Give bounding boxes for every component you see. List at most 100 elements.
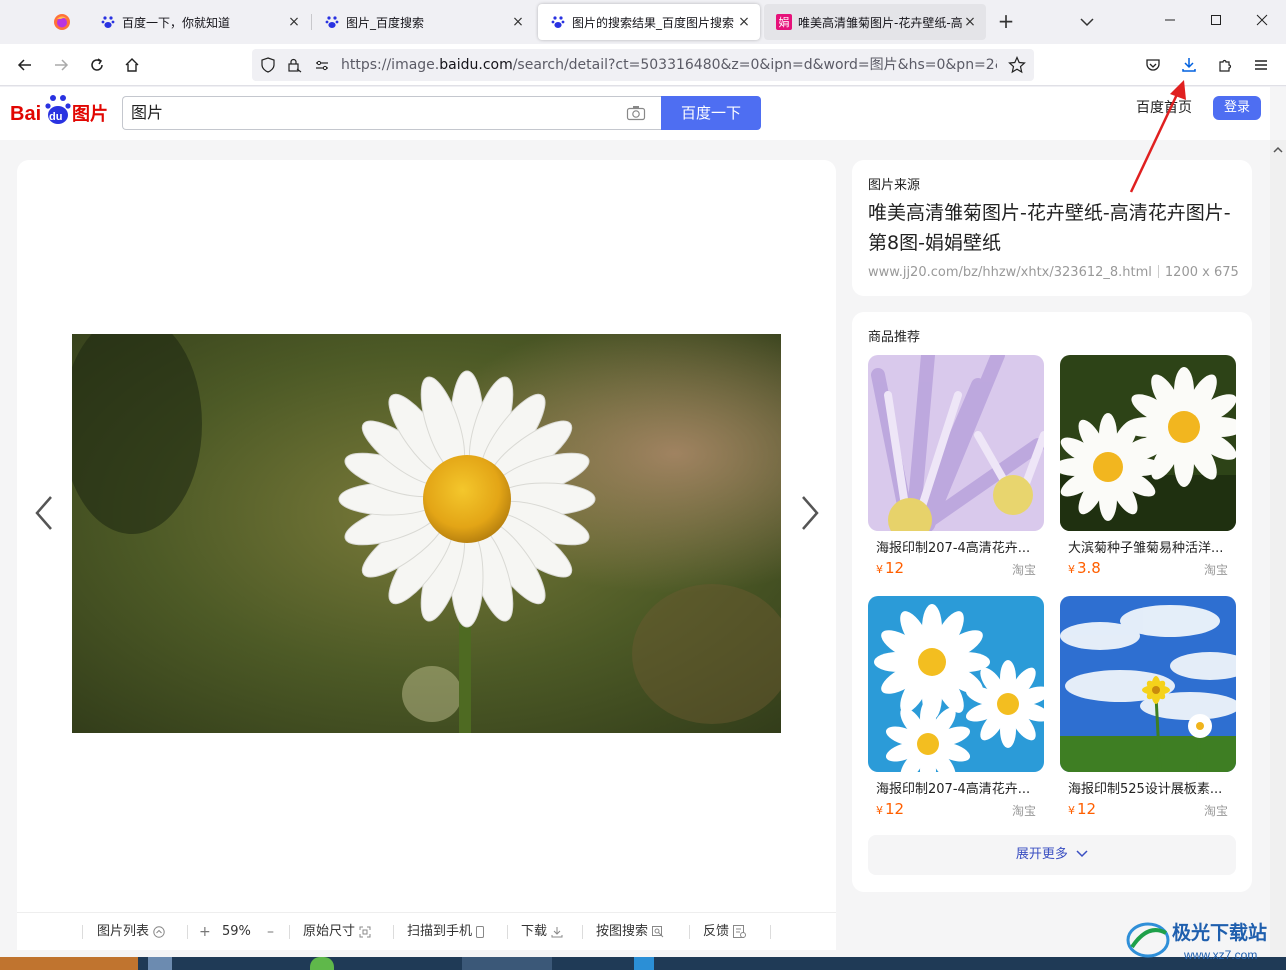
taskbar-active-app[interactable] — [462, 957, 552, 970]
tab-strip: 百度一下，你就知道 × 图片_百度搜索 × 图片的搜索结果_百度图片搜索 × 娟… — [0, 0, 1286, 44]
currency-symbol: ¥ — [876, 804, 883, 817]
image-list-button[interactable]: 图片列表 — [97, 913, 165, 951]
source-meta: www.jj20.com/bz/hhzw/xhtx/323612_8.html 1… — [868, 265, 1239, 280]
taskbar-app-icon[interactable] — [310, 957, 334, 970]
address-bar[interactable]: https://image.baidu.com/search/detail?ct… — [252, 49, 1034, 81]
baidu-paw-icon — [100, 14, 116, 30]
close-tab-icon[interactable]: × — [736, 14, 752, 30]
new-tab-button[interactable]: + — [993, 10, 1019, 34]
home-button[interactable] — [117, 50, 147, 80]
os-taskbar — [0, 957, 1286, 970]
source-url[interactable]: www.jj20.com/bz/hhzw/xhtx/323612_8.html — [868, 265, 1152, 280]
product-thumbnail[interactable] — [868, 596, 1044, 772]
close-tab-icon[interactable]: × — [286, 14, 302, 30]
image-source-card: 图片来源 唯美高清雏菊图片-花卉壁纸-高清花卉图片-第8图-娟娟壁纸 www.j… — [852, 160, 1252, 296]
scan-to-phone-button[interactable]: 扫描到手机 — [407, 913, 485, 951]
forward-button[interactable] — [46, 50, 76, 80]
login-button[interactable]: 登录 — [1213, 96, 1261, 120]
maximize-button[interactable] — [1193, 0, 1239, 40]
product-thumbnail[interactable] — [868, 355, 1044, 531]
home-icon — [125, 58, 139, 72]
permissions-icon[interactable] — [314, 57, 330, 73]
svg-text:极光下载站: 极光下载站 — [1172, 921, 1267, 944]
web-page: Bai du 图片 百度一下 百度首页 登录 — [0, 87, 1286, 957]
pocket-icon — [1146, 59, 1160, 71]
arrow-left-icon — [17, 59, 31, 71]
scroll-up-arrow-icon[interactable] — [1270, 144, 1286, 156]
reload-icon — [91, 58, 103, 71]
bookmark-star-icon[interactable] — [1008, 56, 1026, 74]
meta-divider — [1157, 265, 1159, 278]
lock-icon[interactable] — [286, 57, 302, 73]
baidu-paw-icon — [324, 14, 340, 30]
taskbar-app-icon[interactable] — [634, 957, 654, 970]
tab-title: 图片_百度搜索 — [346, 15, 425, 30]
firefox-view-button[interactable] — [40, 4, 84, 40]
search-box — [122, 96, 662, 130]
url-prefix: https://image. — [341, 57, 440, 73]
search-input[interactable] — [131, 97, 611, 129]
expand-more-button[interactable]: 展开更多 — [868, 835, 1236, 875]
toolbar-divider — [689, 925, 690, 939]
taskbar-app-icon[interactable] — [148, 957, 172, 970]
url-text[interactable]: https://image.baidu.com/search/detail?ct… — [341, 49, 997, 81]
tab-jj20-wallpaper[interactable]: 娟 唯美高清雏菊图片-花卉壁纸-高 × — [764, 4, 986, 40]
previous-image-button[interactable] — [29, 490, 59, 536]
taskbar-start-area[interactable] — [0, 957, 138, 970]
next-image-button[interactable] — [795, 490, 825, 536]
reload-button[interactable] — [82, 50, 112, 80]
tab-image-search[interactable]: 图片_百度搜索 × — [312, 4, 534, 40]
search-by-image-button[interactable]: 按图搜索 — [596, 913, 664, 951]
product-name[interactable]: 大滨菊种子雏菊易种活洋... — [1068, 537, 1228, 556]
list-all-tabs-button[interactable] — [1074, 10, 1100, 34]
close-tab-icon[interactable]: × — [510, 14, 526, 30]
product-thumbnail[interactable] — [1060, 596, 1236, 772]
feedback-button[interactable]: 反馈 — [703, 913, 747, 951]
shield-icon[interactable] — [260, 57, 276, 73]
minimize-icon — [1165, 19, 1175, 21]
toolbar-divider — [507, 925, 508, 939]
currency-symbol: ¥ — [1068, 804, 1075, 817]
zoom-out-button[interactable]: – — [267, 913, 274, 951]
search-button[interactable]: 百度一下 — [661, 96, 761, 130]
product-name[interactable]: 海报印制207-4高清花卉... — [876, 778, 1036, 797]
product-thumbnail[interactable] — [1060, 355, 1236, 531]
pocket-button[interactable] — [1138, 50, 1168, 80]
close-tab-icon[interactable]: × — [962, 14, 978, 30]
tab-search-results[interactable]: 图片的搜索结果_百度图片搜索 × — [538, 4, 760, 40]
baidu-paw-icon — [550, 14, 566, 30]
image-viewer — [17, 160, 836, 912]
currency-symbol: ¥ — [1068, 563, 1075, 576]
source-title-link[interactable]: 唯美高清雏菊图片-花卉壁纸-高清花卉图片-第8图-娟娟壁纸 — [868, 198, 1238, 258]
feedback-label: 反馈 — [703, 924, 730, 939]
zoom-in-button[interactable]: + — [199, 913, 211, 951]
close-window-button[interactable] — [1239, 0, 1285, 40]
main-daisy-image[interactable] — [72, 334, 781, 733]
baidu-image-logo[interactable]: Bai du 图片 — [10, 93, 114, 129]
product-name[interactable]: 海报印制207-4高清花卉... — [876, 537, 1036, 556]
extensions-button[interactable] — [1210, 50, 1240, 80]
page-scrollbar[interactable] — [1270, 140, 1286, 957]
image-list-label: 图片列表 — [97, 924, 150, 939]
download-image-button[interactable]: 下载 — [521, 913, 563, 951]
tab-baidu-home[interactable]: 百度一下，你就知道 × — [88, 4, 310, 40]
firefox-icon — [54, 14, 70, 30]
baidu-home-link[interactable]: 百度首页 — [1136, 98, 1192, 118]
back-button[interactable] — [10, 50, 40, 80]
original-size-button[interactable]: 原始尺寸 — [303, 913, 371, 951]
shop-name: 淘宝 — [1011, 804, 1036, 818]
product-item[interactable]: 大滨菊种子雏菊易种活洋... ¥3.8 淘宝 — [1060, 355, 1236, 585]
product-item[interactable]: 海报印制207-4高清花卉... ¥12 淘宝 — [868, 355, 1044, 585]
product-name[interactable]: 海报印制525设计展板素... — [1068, 778, 1228, 797]
downloads-button[interactable] — [1174, 50, 1204, 80]
toolbar-divider — [770, 925, 771, 939]
price-value: 12 — [885, 800, 905, 818]
product-item[interactable]: 海报印制525设计展板素... ¥12 淘宝 — [1060, 596, 1236, 826]
tab-title: 百度一下，你就知道 — [122, 15, 231, 30]
price-value: 3.8 — [1077, 559, 1101, 577]
camera-icon[interactable] — [626, 105, 646, 121]
product-item[interactable]: 海报印制207-4高清花卉... ¥12 淘宝 — [868, 596, 1044, 826]
minimize-button[interactable] — [1147, 0, 1193, 40]
app-menu-button[interactable] — [1246, 50, 1276, 80]
chevron-right-icon — [802, 496, 819, 530]
